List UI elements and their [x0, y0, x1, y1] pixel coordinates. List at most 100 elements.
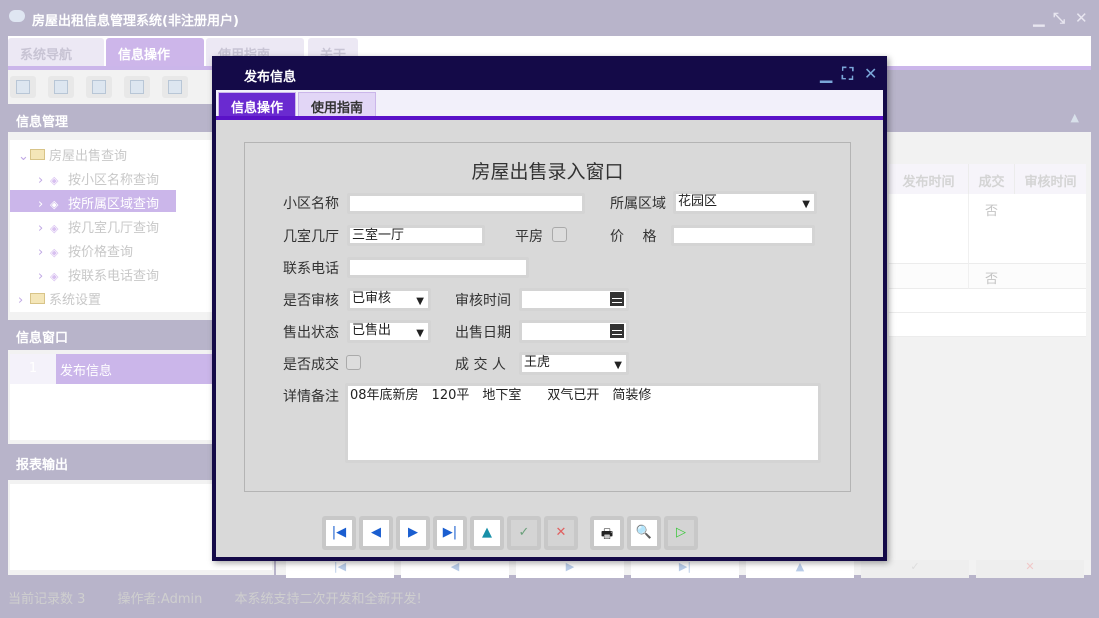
print-preview-button[interactable]: 🔍: [627, 516, 661, 550]
tree-label: 按小区名称查询: [68, 173, 160, 188]
restore-icon[interactable]: ⤡: [1053, 9, 1065, 27]
phone-label: 联系电话: [283, 261, 339, 277]
district-label: 所属区域: [610, 196, 666, 212]
document-icon[interactable]: [86, 76, 112, 98]
record-count: 当前记录数 3: [8, 592, 86, 607]
dialog-tabs: 信息操作 使用指南: [216, 90, 883, 120]
title-bar: 房屋出租信息管理系统(非注册用户) ▁ ⤡ ✕: [0, 0, 1099, 36]
folder-icon: [30, 293, 45, 304]
cancel-button[interactable]: ✕: [544, 516, 578, 550]
dealt-checkbox[interactable]: [346, 355, 361, 370]
dealer-select[interactable]: 王虎 ▼: [519, 352, 629, 375]
audit-time-input[interactable]: [519, 288, 629, 311]
operator: 操作者:Admin: [117, 592, 203, 607]
tree-item-by-phone[interactable]: › ◈ 按联系电话查询: [38, 262, 202, 284]
district-select[interactable]: 花园区 ▼: [673, 191, 817, 214]
bg-prev-button[interactable]: ◀: [401, 560, 509, 578]
bungalow-checkbox[interactable]: [552, 227, 567, 242]
dealer-value: 王虎: [524, 355, 551, 370]
monitor-icon[interactable]: [162, 76, 188, 98]
dialog-close-icon[interactable]: ✕: [864, 64, 877, 83]
sale-status-value: 已售出: [352, 323, 392, 338]
first-record-button[interactable]: |◀: [322, 516, 356, 550]
notes-textarea[interactable]: 08年底新房 120平 地下室 双气已开 简装修: [345, 383, 821, 463]
tab-system-nav[interactable]: 系统导航: [8, 38, 104, 66]
tree-folder-settings[interactable]: › 系统设置: [18, 286, 182, 308]
prev-record-button[interactable]: ◀: [359, 516, 393, 550]
form-title: 房屋出售录入窗口: [471, 161, 624, 183]
dialog-maximize-icon[interactable]: ⛶: [842, 64, 853, 84]
community-input[interactable]: [347, 193, 585, 214]
rooms-input[interactable]: 三室一厅: [347, 225, 485, 246]
tree-folder-sale-query[interactable]: ⌄ 房屋出售查询: [18, 142, 182, 164]
tree-label: 按几室几厅查询: [68, 221, 160, 236]
chevron-right-icon: ›: [38, 197, 44, 212]
chevron-right-icon: ›: [38, 245, 44, 260]
query-icon: ◈: [50, 198, 59, 211]
dialog-title: 发布信息: [244, 70, 297, 85]
tree-item-by-price[interactable]: › ◈ 按价格查询: [38, 238, 202, 260]
audited-label: 是否审核: [283, 293, 339, 309]
query-icon: ◈: [50, 246, 59, 259]
sale-date-input[interactable]: [519, 320, 629, 343]
tree-label: 房屋出售查询: [49, 149, 128, 164]
bg-first-button[interactable]: |◀: [286, 560, 394, 578]
chevron-right-icon: ›: [38, 221, 44, 236]
publish-dialog: 发布信息 ▁ ⛶ ✕ 信息操作 使用指南 房屋出售录入窗口 小区名称 所属区域 …: [212, 56, 887, 561]
chevron-down-icon: ▼: [614, 360, 622, 371]
window-item-number: 1: [10, 354, 56, 384]
table-row[interactable]: [888, 289, 1086, 313]
dialog-tab-info-ops[interactable]: 信息操作: [218, 92, 296, 116]
tree-item-by-community[interactable]: › ◈ 按小区名称查询: [38, 166, 202, 188]
tab-label: 系统导航: [20, 48, 73, 63]
minimize-icon[interactable]: ▁: [1033, 9, 1045, 27]
system-notice: 本系统支持二次开发和全新开发!: [234, 592, 422, 607]
tree-label: 按联系电话查询: [68, 269, 160, 284]
next-record-button[interactable]: ▶: [396, 516, 430, 550]
bg-confirm-button[interactable]: ✓: [861, 560, 969, 578]
last-record-button[interactable]: ▶|: [433, 516, 467, 550]
folder-icon: [30, 149, 45, 160]
tree-item-by-rooms[interactable]: › ◈ 按几室几厅查询: [38, 214, 202, 236]
col-deal[interactable]: 成交: [968, 164, 1014, 194]
sale-status-label: 售出状态: [283, 325, 339, 341]
table-row[interactable]: [888, 313, 1086, 337]
chevron-right-icon: ›: [18, 293, 24, 308]
price-input[interactable]: [671, 225, 815, 246]
phone-input[interactable]: [347, 257, 529, 278]
user-icon[interactable]: [124, 76, 150, 98]
search-icon[interactable]: [10, 76, 36, 98]
tab-info-ops[interactable]: 信息操作: [106, 38, 204, 66]
up-button[interactable]: ▲: [470, 516, 504, 550]
district-value: 花园区: [678, 194, 718, 209]
col-publish-time[interactable]: 发布时间: [888, 164, 968, 194]
bg-last-button[interactable]: ▶|: [631, 560, 739, 578]
notes-label: 详情备注: [283, 389, 339, 405]
dialog-minimize-icon[interactable]: ▁: [820, 64, 832, 83]
run-button[interactable]: ▷: [664, 516, 698, 550]
calendar-icon[interactable]: [610, 324, 624, 338]
list-icon[interactable]: [48, 76, 74, 98]
audited-select[interactable]: 已审核 ▼: [347, 288, 431, 311]
bg-cancel-button[interactable]: ✕: [976, 560, 1084, 578]
tab-label: 信息操作: [118, 48, 171, 63]
dialog-tab-guide[interactable]: 使用指南: [298, 92, 376, 116]
calendar-icon[interactable]: [610, 292, 624, 306]
collapse-icon[interactable]: ▲: [1071, 111, 1079, 124]
sale-status-select[interactable]: 已售出 ▼: [347, 320, 431, 343]
bg-up-button[interactable]: ▲: [746, 560, 854, 578]
tree-label: 按价格查询: [68, 245, 134, 260]
confirm-button[interactable]: ✓: [507, 516, 541, 550]
query-icon: ◈: [50, 222, 59, 235]
col-audit-time[interactable]: 审核时间: [1014, 164, 1086, 194]
print-button[interactable]: 🖶: [590, 516, 624, 550]
close-icon[interactable]: ✕: [1075, 9, 1088, 27]
app-logo-icon: [9, 10, 25, 22]
tree-label: 按所属区域查询: [68, 197, 160, 212]
tree-item-by-district[interactable]: › ◈ 按所属区域查询: [10, 190, 176, 212]
chevron-right-icon: ›: [38, 269, 44, 284]
dialog-title-bar[interactable]: 发布信息 ▁ ⛶ ✕: [212, 56, 887, 90]
price-label: 价 格: [610, 229, 657, 245]
bg-next-button[interactable]: ▶: [516, 560, 624, 578]
chevron-down-icon: ▼: [416, 328, 424, 339]
